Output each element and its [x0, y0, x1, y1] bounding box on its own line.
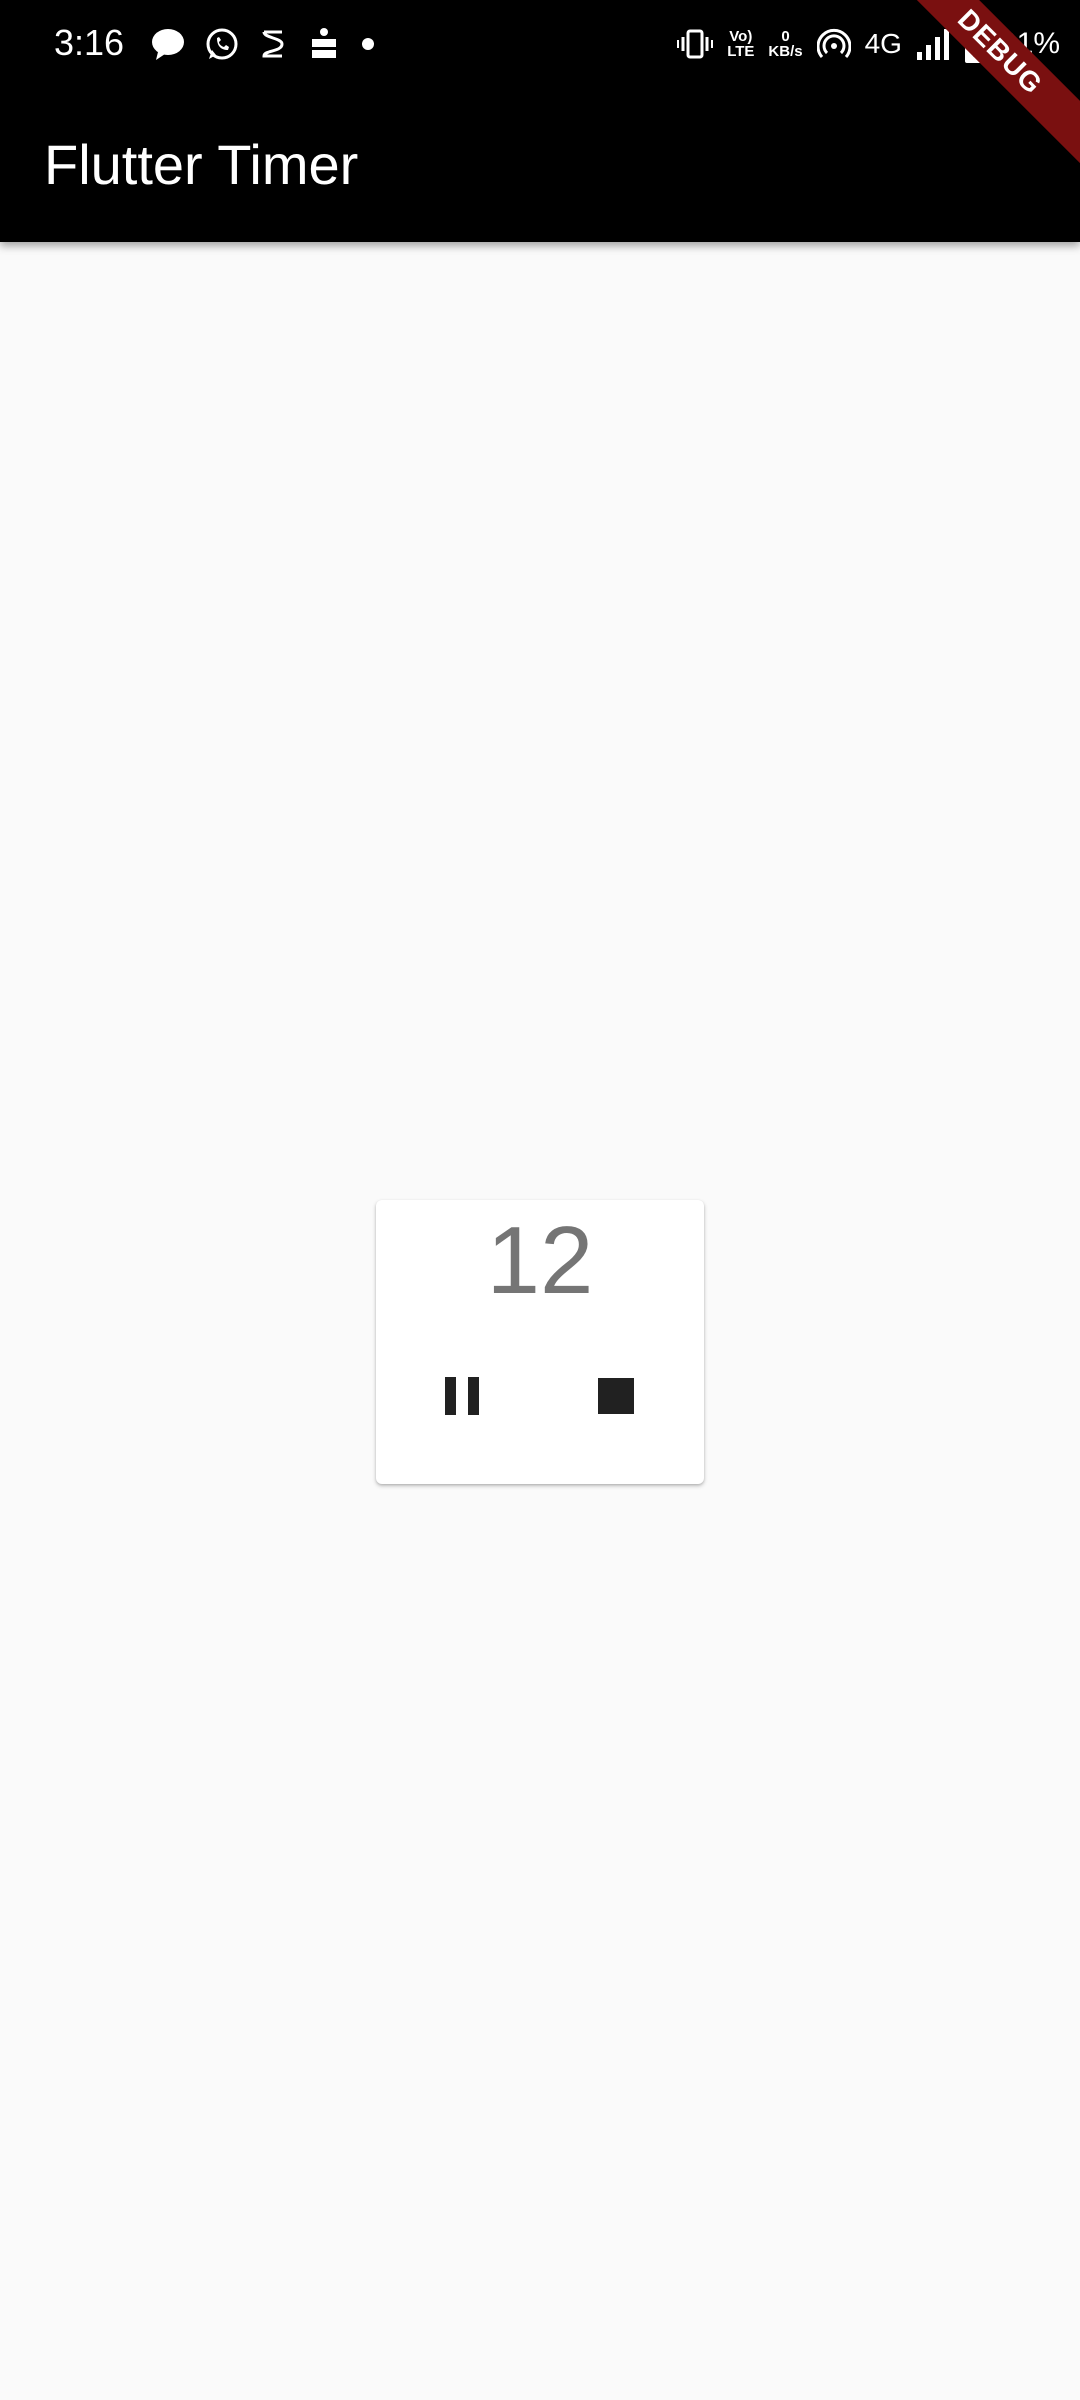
volte-bottom-label: LTE — [727, 43, 755, 60]
app-bar: Flutter Timer — [0, 88, 1080, 242]
hotspot-icon — [816, 27, 851, 61]
screen: 3:16 Vo) LTE 0 KB/s 4G 91% DEBUG Flutter… — [0, 0, 1080, 2400]
status-time: 3:16 — [54, 22, 125, 63]
status-bar: 3:16 Vo) LTE 0 KB/s 4G 91% — [0, 0, 1080, 88]
volte-icon: Vo) LTE — [727, 29, 754, 59]
network-speed-unit: KB/s — [768, 43, 803, 60]
timer-card: 12 — [376, 1200, 704, 1484]
network-type: 4G — [864, 28, 902, 59]
whatsapp-icon — [204, 26, 240, 62]
pause-button[interactable] — [414, 1350, 510, 1446]
notification-icons — [150, 22, 376, 66]
volte-top-label: Vo) — [729, 28, 753, 45]
stop-icon — [598, 1377, 634, 1419]
network-speed: 0 KB/s — [768, 29, 802, 59]
pause-icon — [444, 1376, 480, 1421]
vibrate-icon — [677, 28, 714, 60]
signal-icon — [916, 28, 950, 60]
news-app-icon — [306, 26, 342, 62]
timer-value: 12 — [486, 1207, 594, 1314]
app-title: Flutter Timer — [44, 133, 359, 196]
message-icon — [150, 26, 186, 62]
stop-button[interactable] — [568, 1350, 664, 1446]
notification-app-icon — [258, 26, 288, 62]
network-speed-value: 0 — [781, 28, 790, 45]
dot-icon — [360, 36, 376, 52]
